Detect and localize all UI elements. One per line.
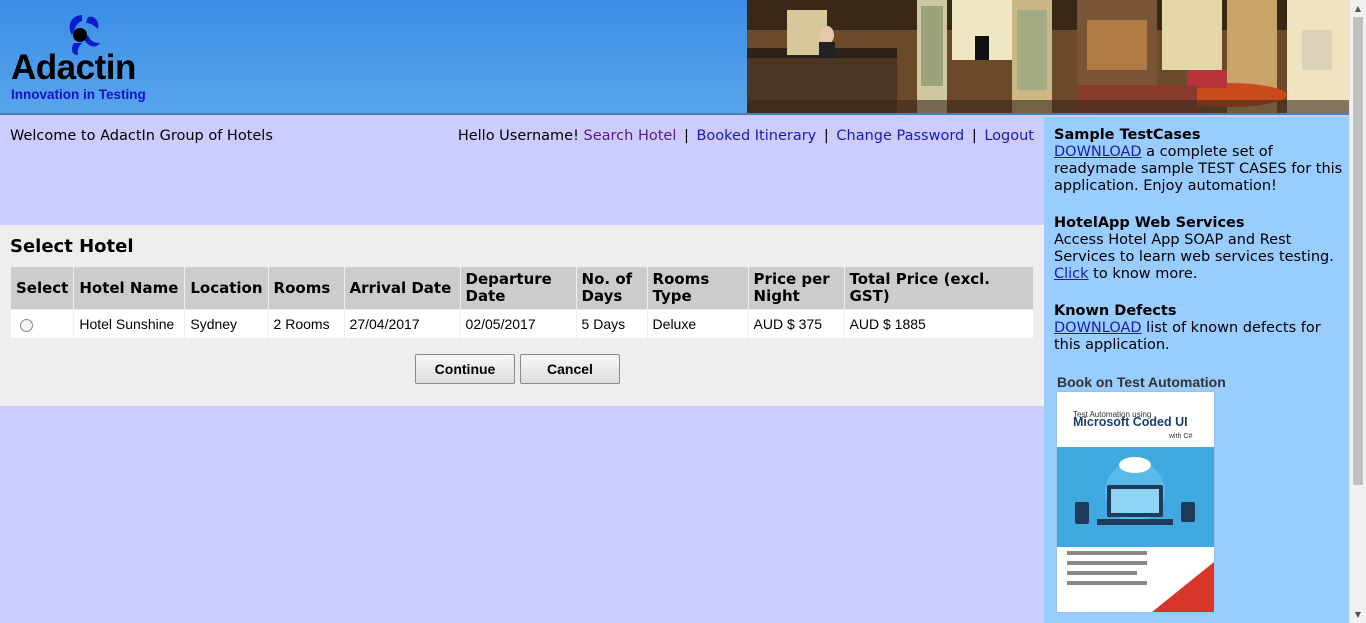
logo-text: Adactin: [11, 48, 136, 87]
nav-separator: |: [971, 128, 977, 144]
col-header-price-per-night: Price per Night: [748, 267, 844, 309]
webservices-description-end: to know more.: [1088, 266, 1198, 282]
arrival-date-cell: 27/04/2017: [344, 310, 460, 338]
col-header-room-type: Rooms Type: [647, 267, 748, 309]
testcases-block: Sample TestCases DOWNLOAD a complete set…: [1054, 127, 1344, 195]
rooms-cell: 2 Rooms: [268, 310, 344, 338]
welcome-bar: Welcome to AdactIn Group of Hotels Hello…: [0, 115, 1044, 225]
webservices-title: HotelApp Web Services: [1054, 215, 1245, 231]
nav-separator: |: [683, 128, 689, 144]
testcases-download-link[interactable]: DOWNLOAD: [1054, 144, 1142, 160]
col-header-hotel-name: Hotel Name: [74, 267, 185, 309]
book-cover-art: [1057, 447, 1214, 612]
col-header-days: No. of Days: [576, 267, 647, 309]
col-header-select: Select: [11, 267, 74, 309]
col-header-departure-date: Departure Date: [460, 267, 576, 309]
book-cover-subtitle: with C#: [1169, 433, 1193, 440]
search-hotel-link[interactable]: Search Hotel: [584, 128, 677, 144]
select-cell: [11, 310, 74, 338]
hotel-results-table: Select Hotel Name Location Rooms Arrival…: [10, 266, 1034, 339]
logo-tagline: Innovation in Testing: [11, 87, 146, 102]
booked-itinerary-link[interactable]: Booked Itinerary: [696, 128, 816, 144]
cancel-button[interactable]: Cancel: [520, 354, 620, 384]
scroll-up-arrow-icon[interactable]: ▲: [1350, 0, 1366, 17]
price-per-night-cell: AUD $ 375: [748, 310, 844, 338]
logout-link[interactable]: Logout: [984, 128, 1034, 144]
col-header-arrival-date: Arrival Date: [344, 267, 460, 309]
site-header: Adactin Innovation in Testing: [0, 0, 1349, 115]
defects-download-link[interactable]: DOWNLOAD: [1054, 320, 1142, 336]
webservices-block: HotelApp Web Services Access Hotel App S…: [1054, 215, 1344, 283]
scroll-down-arrow-icon[interactable]: ▼: [1350, 606, 1366, 623]
departure-date-cell: 02/05/2017: [460, 310, 576, 338]
webservices-description: Access Hotel App SOAP and Rest Services …: [1054, 232, 1334, 265]
col-header-rooms: Rooms: [268, 267, 344, 309]
total-price-cell: AUD $ 1885: [844, 310, 1033, 338]
hotel-lobby-photo: [747, 0, 1349, 113]
table-row: Hotel Sunshine Sydney 2 Rooms 27/04/2017…: [11, 310, 1033, 338]
select-hotel-radio[interactable]: [20, 318, 33, 332]
col-header-location: Location: [185, 267, 268, 309]
hotel-name-cell: Hotel Sunshine: [74, 310, 185, 338]
select-hotel-panel: Select Hotel Select Hotel Name Location …: [0, 225, 1044, 406]
change-password-link[interactable]: Change Password: [836, 128, 964, 144]
continue-button[interactable]: Continue: [415, 354, 515, 384]
defects-block: Known Defects DOWNLOAD list of known def…: [1054, 303, 1344, 354]
greeting-text: Hello Username!: [457, 128, 579, 144]
book-heading: Book on Test Automation: [1057, 374, 1226, 390]
nav-separator: |: [823, 128, 829, 144]
book-cover-image[interactable]: Test Automation using Microsoft Coded UI…: [1057, 392, 1214, 612]
testcases-title: Sample TestCases: [1054, 127, 1201, 143]
room-type-cell: Deluxe: [647, 310, 748, 338]
page-title: Select Hotel: [10, 236, 134, 257]
right-sidebar: Sample TestCases DOWNLOAD a complete set…: [1044, 117, 1349, 623]
table-header-row: Select Hotel Name Location Rooms Arrival…: [11, 267, 1033, 309]
days-cell: 5 Days: [576, 310, 647, 338]
location-cell: Sydney: [185, 310, 268, 338]
col-header-total-price: Total Price (excl. GST): [844, 267, 1033, 309]
scroll-thumb[interactable]: [1353, 17, 1363, 485]
webservices-click-link[interactable]: Click: [1054, 266, 1089, 282]
user-nav: Hello Username! Search Hotel | Booked It…: [458, 128, 1034, 144]
page-scrollbar[interactable]: ▲ ▼: [1349, 0, 1366, 623]
defects-title: Known Defects: [1054, 303, 1177, 319]
welcome-text: Welcome to AdactIn Group of Hotels: [10, 128, 273, 144]
